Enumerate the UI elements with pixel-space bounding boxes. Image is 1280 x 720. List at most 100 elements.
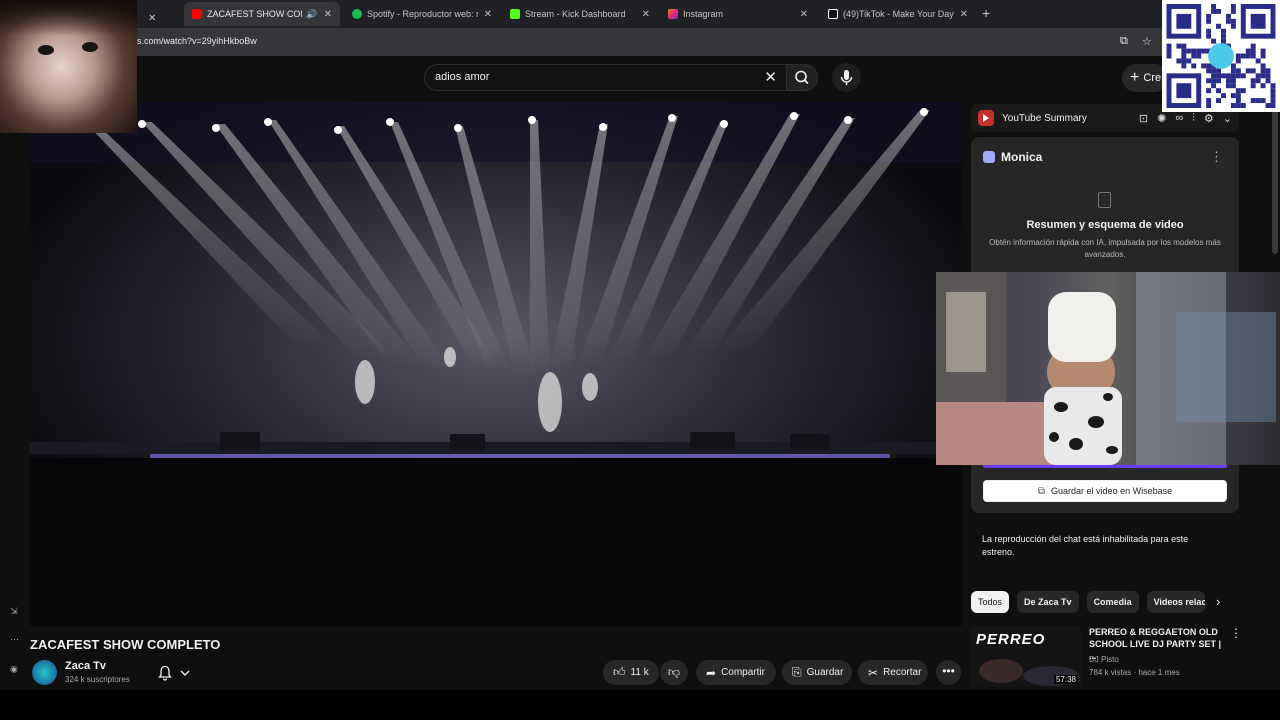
scissors-icon: ✂	[868, 665, 879, 680]
video-player[interactable]	[30, 102, 962, 626]
monica-title: Monica	[1001, 150, 1043, 164]
tab-title: Instagram	[683, 9, 724, 19]
speaker-icon[interactable]: 🔊	[306, 9, 317, 20]
tab-spotify[interactable]: Spotify - Reproductor web: música ✕	[344, 2, 500, 26]
tab-kick[interactable]: Stream - Kick Dashboard ✕	[502, 2, 658, 26]
summary-title[interactable]: Resumen y esquema de video	[971, 219, 1239, 231]
close-icon[interactable]: ✕	[324, 9, 332, 20]
search-button[interactable]	[786, 64, 818, 91]
streamer-webcam-overlay	[936, 272, 1280, 465]
tab-tiktok[interactable]: (49)TikTok - Make Your Day ✕	[820, 2, 976, 26]
settings-dots-icon[interactable]: ⋯	[10, 634, 19, 645]
extension-title: YouTube Summary	[1002, 112, 1087, 124]
left-eye-shape	[38, 45, 54, 55]
filter-chips: Todos De Zaca Tv Comedia Videos relac	[971, 591, 1205, 613]
search-input[interactable]: adios amor	[435, 71, 489, 83]
search-box[interactable]: adios amor ✕	[424, 64, 788, 91]
new-tab-button[interactable]: +	[982, 5, 990, 21]
concert-stage-image	[30, 102, 962, 626]
like-button[interactable]: 👍︎ 11 k	[603, 660, 659, 685]
wisebase-label: Guardar el video en Wisebase	[1051, 486, 1173, 496]
tab-title: Stream - Kick Dashboard	[525, 9, 626, 19]
document-icon	[1098, 192, 1111, 208]
bookmark-icon: ⎘	[792, 665, 802, 679]
dislike-button[interactable]: 👎︎	[660, 660, 688, 685]
bottom-edge	[0, 690, 1280, 720]
gear-icon[interactable]: ⚙	[1204, 112, 1214, 125]
wisebase-save-button[interactable]: ⧉ Guardar el video en Wisebase	[983, 480, 1227, 502]
kebab-menu-icon[interactable]: ⋮	[1210, 149, 1223, 165]
chevron-down-icon[interactable]: ⌄	[1223, 112, 1232, 125]
hair-shadow	[0, 0, 137, 36]
bookmark-star-icon[interactable]: ☆	[1142, 35, 1152, 48]
video-duration: 57:38	[1053, 675, 1078, 684]
share-label: Compartir	[721, 667, 765, 678]
streamer-face-webcam	[0, 0, 137, 133]
more-horizontal-icon: •••	[942, 664, 955, 678]
plus-icon: +	[1130, 69, 1140, 86]
save-button[interactable]: ⎘ Guardar	[782, 660, 852, 685]
voice-search-button[interactable]	[832, 63, 861, 92]
robot-icon[interactable]: ⊡	[1139, 112, 1148, 125]
scrollbar[interactable]	[1272, 104, 1278, 254]
close-icon[interactable]: ✕	[642, 9, 650, 20]
tab-title: (49)TikTok - Make Your Day	[843, 9, 954, 19]
video-title: ZACAFEST SHOW COMPLETO	[30, 637, 221, 652]
chip-todos[interactable]: Todos	[971, 591, 1010, 613]
create-label: Cre	[1143, 72, 1162, 84]
spotify-icon	[352, 9, 362, 19]
webcam-scene-image	[936, 272, 1276, 465]
browser-tab-strip: ✕ ZACAFEST SHOW COMPLETO 🔊 ✕ Spotify - R…	[0, 0, 1280, 28]
clip-button[interactable]: ✂ Recortar	[858, 660, 928, 685]
recommendation-meta: 784 k vistas · hace 1 mes	[1089, 668, 1180, 677]
url-text[interactable]: s.com/watch?v=29yihHkboBw	[137, 36, 257, 46]
chevron-right-icon[interactable]: ›	[1216, 594, 1220, 609]
extension-toolbar: ⊡ ✺ ∞ ⫶ ⚙ ⌄	[1139, 112, 1232, 125]
glasses-icon[interactable]: ∞	[1175, 112, 1183, 125]
cast-icon[interactable]: ⇲	[10, 606, 18, 617]
recommendation-thumbnail[interactable]: PERREO 57:38	[971, 626, 1081, 687]
instagram-icon	[668, 9, 678, 19]
close-icon[interactable]: ✕	[484, 9, 492, 20]
right-eye-shape	[82, 42, 98, 52]
screen: ✕ ZACAFEST SHOW COMPLETO 🔊 ✕ Spotify - R…	[0, 0, 1280, 720]
tab-instagram[interactable]: Instagram ✕	[660, 2, 816, 26]
share-arrow-icon: ➦	[706, 665, 717, 680]
channel-avatar[interactable]	[32, 660, 57, 685]
monica-header: Monica	[983, 150, 1042, 164]
bell-icon	[158, 665, 172, 681]
channel-name[interactable]: Zaca Tv	[65, 660, 106, 672]
address-bar[interactable]: s.com/watch?v=29yihHkboBw ⧉ ☆	[0, 28, 1280, 56]
tab-title: ZACAFEST SHOW COMPLETO	[207, 9, 302, 19]
openai-icon[interactable]: ✺	[1157, 112, 1166, 125]
audio-wave-icon[interactable]: ⫶	[1192, 112, 1195, 125]
tab-close-icon[interactable]: ✕	[140, 6, 164, 30]
like-count: 11 k	[630, 667, 649, 678]
tab-youtube[interactable]: ZACAFEST SHOW COMPLETO 🔊 ✕	[184, 2, 340, 26]
close-icon[interactable]: ✕	[800, 9, 808, 20]
chip-comedia[interactable]: Comedia	[1086, 591, 1139, 613]
monica-bubble-icon[interactable]: ◉	[10, 664, 18, 675]
install-app-icon[interactable]: ⧉	[1120, 35, 1128, 48]
youtube-icon	[192, 9, 202, 19]
summary-description: Obtén información rápida con IA, impulsa…	[989, 238, 1221, 259]
clear-search-icon[interactable]: ✕	[764, 68, 777, 86]
subscriber-count: 324 k suscriptores	[65, 675, 130, 684]
recommendation-channel[interactable]: DJ Pisto	[1089, 655, 1119, 664]
chip-channel[interactable]: De Zaca Tv	[1017, 591, 1079, 613]
chat-disabled-message: La reproducción del chat está inhabilita…	[982, 534, 1189, 557]
chevron-down-icon	[180, 670, 190, 676]
kebab-menu-icon[interactable]: ⋮	[1230, 626, 1242, 640]
bookmark-icon: ⧉	[1037, 485, 1046, 497]
search-icon	[795, 70, 809, 85]
youtube-header: adios amor ✕ + Cre	[0, 56, 1280, 102]
share-button[interactable]: ➦ Compartir	[696, 660, 776, 685]
save-label: Guardar	[806, 667, 844, 678]
qr-code	[1162, 0, 1280, 112]
microphone-icon	[840, 70, 853, 85]
close-icon[interactable]: ✕	[960, 9, 968, 20]
thumbs-down-icon: 👎︎	[667, 665, 681, 679]
notification-button[interactable]	[154, 662, 200, 684]
more-actions-button[interactable]: •••	[936, 660, 961, 685]
chip-related[interactable]: Videos relac	[1146, 591, 1205, 613]
